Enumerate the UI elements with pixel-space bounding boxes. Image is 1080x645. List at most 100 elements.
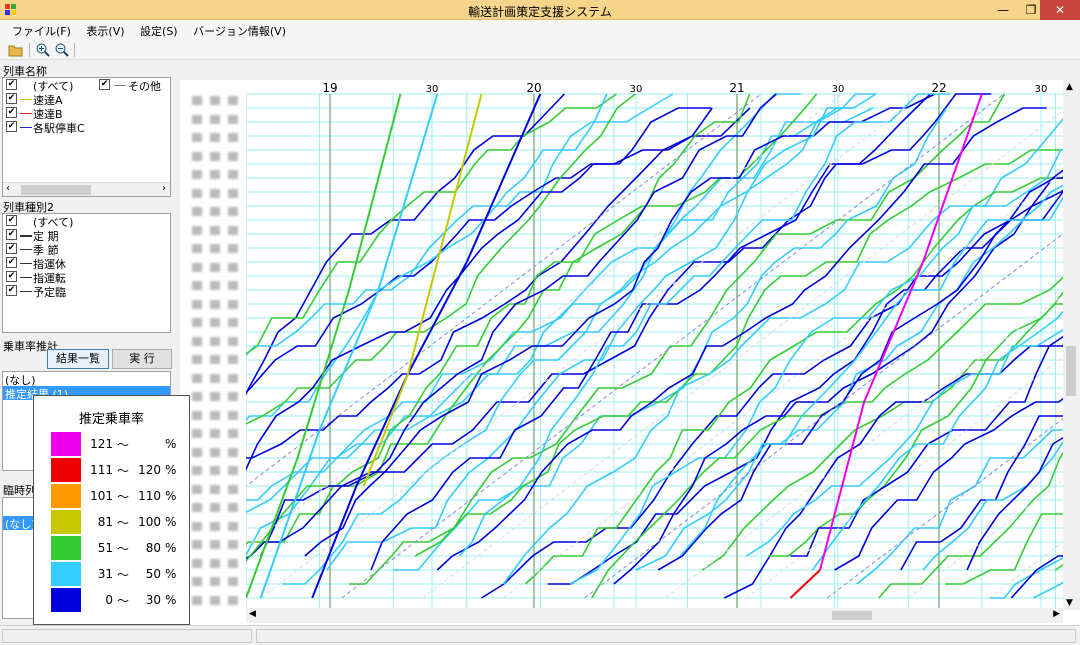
legend-unit: % <box>165 593 177 607</box>
menu-settings[interactable]: 設定(S) <box>134 20 184 42</box>
station-name <box>192 466 240 475</box>
toolbar-separator <box>74 43 75 57</box>
checkbox[interactable]: ✔ <box>6 107 17 118</box>
x-tick-label: 21 <box>729 81 744 95</box>
scroll-thumb[interactable] <box>832 611 872 620</box>
title-bar: 輸送計画策定支援システム — ❐ ✕ <box>0 0 1080 20</box>
checkbox[interactable]: ✔ <box>6 121 17 132</box>
line-swatch <box>20 235 32 237</box>
station-name <box>192 96 240 105</box>
legend-from: 31 <box>97 567 113 581</box>
train-line <box>246 93 636 425</box>
legend-tilde: 〜 <box>117 594 130 608</box>
legend-from: 121 <box>90 437 113 451</box>
legend-row: 51 〜 80 % <box>51 536 181 560</box>
scroll-thumb[interactable] <box>21 185 91 195</box>
list-item[interactable]: ✔ 指運転 <box>3 270 170 285</box>
legend-to: 100 <box>138 515 161 529</box>
checkbox[interactable]: ✔ <box>6 257 17 268</box>
train-line <box>878 428 1080 599</box>
list-item-label: 各駅停車C <box>33 122 85 135</box>
checkbox[interactable]: ✔ <box>6 79 17 90</box>
legend-tilde: 〜 <box>117 568 130 582</box>
x-tick-label: 30 <box>832 84 845 95</box>
station-name <box>192 373 240 383</box>
station-name <box>192 558 240 568</box>
list-item[interactable]: ✔ 指運休 <box>3 256 170 271</box>
ridership-legend: 推定乗車率 121 〜 % 111 〜 120 % 101 〜 110 % 81… <box>33 395 190 625</box>
scroll-up-icon[interactable]: ▲ <box>1066 82 1073 92</box>
legend-title: 推定乗車率 <box>78 412 144 427</box>
checkbox[interactable]: ✔ <box>6 271 17 282</box>
station-name <box>192 410 240 420</box>
list-item[interactable]: ✔ 速達B <box>3 106 170 121</box>
checkbox[interactable]: ✔ <box>6 229 17 240</box>
legend-unit: % <box>165 567 177 581</box>
list-item[interactable]: ✔ 速達A <box>3 92 170 107</box>
list-item[interactable]: ✔ (すべて) <box>3 214 170 229</box>
legend-unit: % <box>165 489 177 503</box>
horizontal-scrollbar[interactable]: ◀ ▶ <box>246 608 1063 623</box>
legend-to: 110 <box>138 489 161 503</box>
checkbox[interactable]: ✔ <box>99 79 110 90</box>
scroll-thumb[interactable] <box>1066 346 1076 396</box>
list-item[interactable]: ✔ (すべて) ✔ その他 <box>3 78 170 93</box>
scroll-right-icon[interactable]: › <box>162 183 166 194</box>
train-line <box>635 176 1080 571</box>
legend-swatch <box>51 562 81 586</box>
open-folder-icon[interactable] <box>8 42 24 58</box>
station-name <box>192 484 240 494</box>
legend-tilde: 〜 <box>117 438 130 452</box>
legend-from: 111 <box>90 463 113 477</box>
scroll-down-icon[interactable]: ▼ <box>1066 598 1073 608</box>
station-name <box>192 595 240 605</box>
train-line <box>613 149 1080 585</box>
list-item[interactable]: ✔ 季 節 <box>3 242 170 257</box>
menu-view[interactable]: 表示(V) <box>80 20 130 42</box>
zoom-out-icon[interactable] <box>54 42 70 58</box>
train-line <box>246 93 565 396</box>
list-item[interactable]: ✔ 定 期 <box>3 228 170 243</box>
legend-swatch <box>51 510 81 534</box>
checkbox[interactable]: ✔ <box>6 215 17 226</box>
legend-from: 0 <box>105 593 113 607</box>
line-swatch <box>20 263 32 264</box>
legend-to: 50 <box>145 567 161 581</box>
legend-to: 30 <box>145 593 161 607</box>
scroll-left-icon[interactable]: ‹ <box>6 183 10 194</box>
list-item[interactable]: (なし) <box>3 372 170 387</box>
legend-to: 80 <box>145 541 161 555</box>
toolbar <box>0 40 1080 60</box>
minimize-icon[interactable]: — <box>988 0 1018 20</box>
train-type-list[interactable]: ✔ (すべて) ✔ 定 期 ✔ 季 節 ✔ 指運休 ✔ 指運転 ✔ 予定臨 <box>2 213 171 333</box>
scroll-left-icon[interactable]: ◀ <box>249 609 256 619</box>
menu-version[interactable]: バージョン情報(V) <box>187 20 292 42</box>
legend-swatch <box>51 458 81 482</box>
scroll-right-icon[interactable]: ▶ <box>1053 609 1060 619</box>
legend-tilde: 〜 <box>117 516 130 530</box>
checkbox[interactable]: ✔ <box>6 93 17 104</box>
x-tick-label: 30 <box>426 84 439 95</box>
station-name <box>192 114 240 124</box>
menu-file[interactable]: ファイル(F) <box>6 20 77 42</box>
legend-row: 31 〜 50 % <box>51 562 181 586</box>
x-tick-label: 30 <box>630 84 643 95</box>
line-swatch <box>114 85 126 86</box>
legend-row: 101 〜 110 % <box>51 484 181 508</box>
checkbox[interactable]: ✔ <box>6 285 17 296</box>
vertical-scrollbar[interactable]: ▲ ▼ <box>1063 80 1080 610</box>
list-item[interactable]: ✔ 各駅停車C <box>3 120 170 135</box>
list-item[interactable]: ✔ 予定臨 <box>3 284 170 299</box>
close-icon[interactable]: ✕ <box>1040 0 1080 20</box>
horizontal-scrollbar[interactable]: ‹ › <box>3 182 170 196</box>
window-title: 輸送計画策定支援システム <box>468 5 612 19</box>
timetable-diagram[interactable]: 19 30 20 30 21 30 22 30 <box>180 80 1080 625</box>
checkbox[interactable]: ✔ <box>6 243 17 254</box>
train-name-list[interactable]: ✔ (すべて) ✔ その他 ✔ 速達A ✔ 速達B ✔ 各駅停車C ‹ › <box>2 77 171 197</box>
legend-swatch <box>51 536 81 560</box>
run-button[interactable]: 実 行 <box>112 349 172 369</box>
results-list-button[interactable]: 結果一覧 <box>47 349 109 369</box>
legend-row: 111 〜 120 % <box>51 458 181 482</box>
zoom-in-icon[interactable] <box>35 42 51 58</box>
timetable-chart[interactable]: 19 30 20 30 21 30 22 30 <box>246 80 1080 608</box>
